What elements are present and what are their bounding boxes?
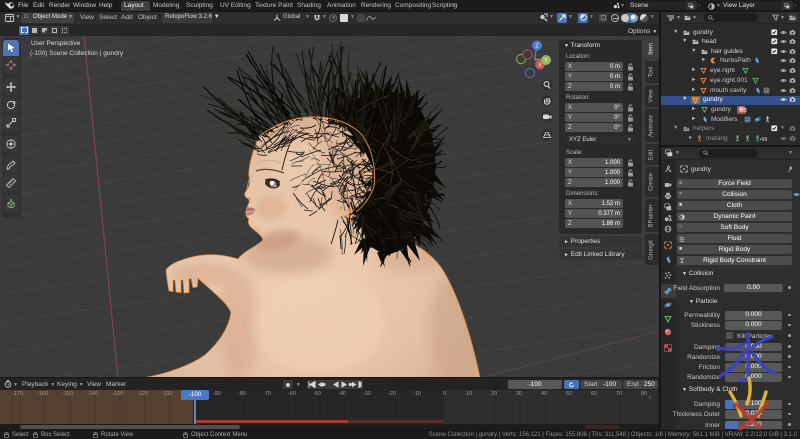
- svg-text:Y: Y: [544, 58, 548, 64]
- svg-text:X: X: [538, 63, 542, 69]
